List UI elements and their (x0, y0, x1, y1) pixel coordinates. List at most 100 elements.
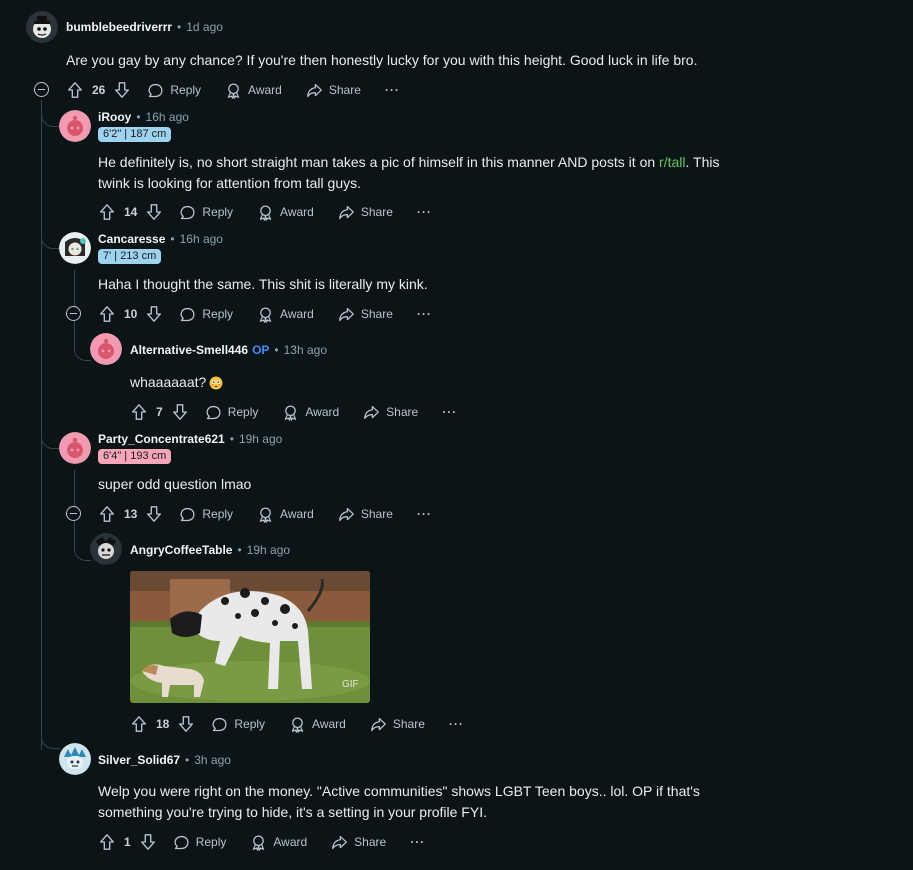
username[interactable]: Cancaresse (98, 232, 165, 246)
reply-label: Reply (202, 307, 234, 321)
award-button[interactable]: Award (282, 404, 339, 421)
share-button[interactable]: Share (370, 716, 425, 733)
more-options-button[interactable]: ··· (410, 835, 425, 849)
timestamp[interactable]: 16h ago (180, 232, 223, 246)
more-options-button[interactable]: ··· (417, 307, 432, 321)
timestamp[interactable]: 13h ago (284, 343, 327, 357)
reply-button[interactable]: Reply (179, 204, 233, 221)
award-button[interactable]: Award (225, 82, 282, 99)
timestamp[interactable]: 3h ago (194, 753, 231, 767)
share-button[interactable]: Share (306, 82, 361, 99)
more-options-button[interactable]: ··· (417, 507, 432, 521)
reply-button[interactable]: Reply (173, 834, 227, 851)
share-label: Share (386, 405, 419, 419)
vote-count: 10 (124, 307, 138, 321)
username[interactable]: Silver_Solid67 (98, 753, 180, 767)
more-options-button[interactable]: ··· (385, 83, 400, 97)
comment-actions: 10 Reply Award Share ··· (98, 304, 432, 324)
award-button[interactable]: Award (257, 204, 314, 221)
dog-gif-illustration: GIF (130, 571, 370, 703)
separator: • (274, 343, 279, 357)
share-button[interactable]: Share (338, 506, 393, 523)
more-options-button[interactable]: ··· (442, 405, 457, 419)
share-label: Share (392, 717, 425, 731)
share-button[interactable]: Share (331, 834, 386, 851)
collapse-button[interactable] (66, 506, 81, 521)
timestamp[interactable]: 19h ago (239, 432, 282, 446)
vote-count: 13 (124, 507, 138, 521)
upvote-icon[interactable] (130, 403, 148, 421)
username[interactable]: Party_Concentrate621 (98, 432, 225, 446)
reply-bubble-icon (211, 716, 228, 733)
award-button[interactable]: Award (257, 506, 314, 523)
more-options-button[interactable]: ··· (417, 205, 432, 219)
award-label: Award (280, 507, 314, 521)
comment-actions: 18 Reply Award Share ··· (130, 714, 464, 734)
reply-button[interactable]: Reply (179, 506, 233, 523)
award-button[interactable]: Award (250, 834, 307, 851)
collapse-button[interactable] (66, 306, 81, 321)
avatar[interactable] (90, 533, 122, 565)
upvote-icon[interactable] (98, 305, 116, 323)
username[interactable]: iRooy (98, 110, 131, 124)
award-label: Award (312, 717, 346, 731)
share-icon (363, 404, 380, 421)
upvote-icon[interactable] (98, 505, 116, 523)
award-icon (289, 716, 306, 733)
collapse-button[interactable] (34, 82, 49, 97)
comment-actions: 26 Reply Award Share ··· (66, 80, 400, 100)
downvote-icon[interactable] (171, 403, 189, 421)
avatar[interactable] (59, 743, 91, 775)
avatar[interactable] (59, 432, 91, 464)
separator: • (136, 110, 141, 124)
reply-button[interactable]: Reply (179, 306, 233, 323)
downvote-icon[interactable] (177, 715, 195, 733)
comment-text: He definitely is, no short straight man … (98, 154, 660, 170)
share-icon (338, 204, 355, 221)
award-label: Award (280, 307, 314, 321)
award-button[interactable]: Award (289, 716, 346, 733)
comment-actions: 14 Reply Award Share ··· (98, 202, 432, 222)
avatar[interactable] (26, 11, 58, 43)
award-icon (250, 834, 267, 851)
avatar[interactable] (59, 110, 91, 142)
award-button[interactable]: Award (257, 306, 314, 323)
reply-bubble-icon (173, 834, 190, 851)
upvote-icon[interactable] (66, 81, 84, 99)
thread-line-child (74, 470, 75, 506)
timestamp[interactable]: 1d ago (186, 20, 223, 34)
username[interactable]: Alternative-Smell446 (130, 343, 248, 357)
reply-button[interactable]: Reply (205, 404, 258, 421)
avatar[interactable] (59, 232, 91, 264)
share-button[interactable]: Share (338, 204, 393, 221)
share-button[interactable]: Share (338, 306, 393, 323)
downvote-icon[interactable] (113, 81, 131, 99)
downvote-icon[interactable] (145, 505, 163, 523)
upvote-icon[interactable] (98, 203, 116, 221)
downvote-icon[interactable] (145, 305, 163, 323)
vote-count: 14 (124, 205, 138, 219)
username[interactable]: AngryCoffeeTable (130, 543, 232, 557)
upvote-icon[interactable] (98, 833, 116, 851)
timestamp[interactable]: 16h ago (146, 110, 189, 124)
reply-button[interactable]: Reply (211, 716, 265, 733)
vote-group: 10 (98, 305, 163, 323)
subreddit-link[interactable]: r/tall (659, 154, 685, 170)
flushed-face-emoji (209, 376, 223, 389)
reply-label: Reply (195, 835, 227, 849)
upvote-icon[interactable] (130, 715, 148, 733)
reply-bubble-icon (147, 82, 164, 99)
downvote-icon[interactable] (145, 203, 163, 221)
username[interactable]: bumblebeedriverrr (66, 20, 172, 34)
share-label: Share (360, 307, 393, 321)
thread-branch (41, 200, 60, 249)
avatar[interactable] (90, 333, 122, 365)
more-options-button[interactable]: ··· (449, 717, 464, 731)
reply-bubble-icon (179, 506, 196, 523)
timestamp[interactable]: 19h ago (247, 543, 290, 557)
reply-button[interactable]: Reply (147, 82, 201, 99)
award-icon (282, 404, 299, 421)
downvote-icon[interactable] (139, 833, 157, 851)
gif-image[interactable]: GIF (130, 571, 370, 703)
share-button[interactable]: Share (363, 404, 418, 421)
